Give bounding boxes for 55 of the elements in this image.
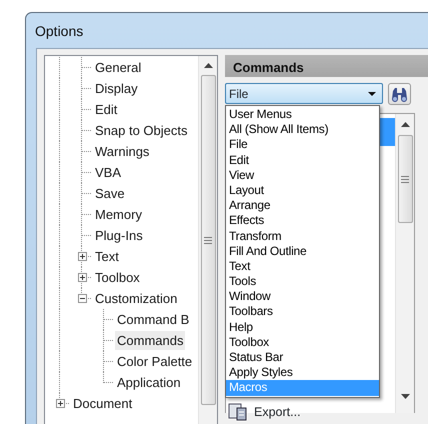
dropdown-option[interactable]: Status Bar	[226, 350, 379, 366]
dropdown-option[interactable]: Text	[226, 258, 379, 274]
dropdown-option[interactable]: Toolbars	[226, 304, 379, 320]
dropdown-option[interactable]: User Menus	[226, 107, 379, 122]
tree-item[interactable]: Snap to Objects	[93, 121, 190, 140]
dropdown-option[interactable]: File	[226, 137, 379, 153]
scroll-down-icon[interactable]	[400, 394, 410, 399]
dropdown-option[interactable]: Toolbox	[226, 334, 379, 350]
grip-icon	[401, 176, 409, 182]
scroll-thumb[interactable]	[398, 135, 412, 223]
tree-item[interactable]: Memory	[93, 205, 144, 224]
tree-item[interactable]: Save	[93, 184, 127, 203]
tree-item[interactable]: Toolbox	[93, 268, 142, 287]
scrollbar[interactable]	[395, 114, 414, 413]
tree-item[interactable]: Application	[115, 373, 183, 392]
caret-icon	[368, 92, 376, 96]
dropdown-option[interactable]: Edit	[226, 152, 379, 168]
tree-item[interactable]: Commands	[115, 331, 186, 350]
dropdown-option[interactable]: Window	[226, 289, 379, 304]
tree-item[interactable]: Customization	[93, 289, 180, 308]
tree-item[interactable]: Command B	[115, 310, 192, 329]
tree-item[interactable]: Edit	[93, 100, 120, 119]
category-dropdown[interactable]: File	[225, 83, 383, 104]
dropdown-option[interactable]: Apply Styles	[226, 365, 379, 380]
section-title: Commands	[233, 60, 304, 75]
tree-item[interactable]: Document	[71, 394, 134, 413]
find-button[interactable]	[388, 83, 411, 105]
minus-box-icon[interactable]	[78, 294, 86, 303]
list-item[interactable]: Export...	[254, 403, 301, 422]
scroll-up-icon[interactable]	[204, 63, 212, 68]
grip-icon	[204, 236, 212, 244]
dropdown-option[interactable]: Layout	[226, 182, 379, 198]
dropdown-option[interactable]: Tools	[226, 274, 379, 290]
scrollbar[interactable]	[198, 56, 217, 424]
plus-box-icon[interactable]	[78, 252, 86, 261]
dropdown-option[interactable]: Help	[226, 320, 379, 335]
dropdown-option[interactable]: View	[226, 168, 379, 183]
plus-box-icon[interactable]	[78, 273, 86, 282]
dropdown-option[interactable]: All (Show All Items)	[226, 122, 379, 138]
plus-box-icon[interactable]	[56, 399, 64, 408]
tree-item[interactable]: Warnings	[93, 142, 152, 161]
scroll-thumb[interactable]	[200, 75, 216, 405]
dropdown-option[interactable]: Effects	[226, 213, 379, 228]
tree-item[interactable]: Color Palette	[115, 352, 194, 371]
tree-item[interactable]: Display	[93, 79, 140, 98]
tree-item[interactable]: Text	[93, 247, 121, 266]
dropdown-option[interactable]: Transform	[226, 228, 379, 244]
tree-item[interactable]: Plug-Ins	[93, 226, 145, 245]
dropdown-option[interactable]: Arrange	[226, 198, 379, 214]
scroll-up-icon[interactable]	[400, 122, 410, 127]
tree-item[interactable]: VBA	[93, 163, 124, 182]
binoculars-icon	[391, 86, 408, 102]
dropdown-option[interactable]: Fill And Outline	[226, 244, 379, 259]
window-title: Options	[35, 23, 84, 39]
tree-item[interactable]: General	[93, 58, 144, 77]
